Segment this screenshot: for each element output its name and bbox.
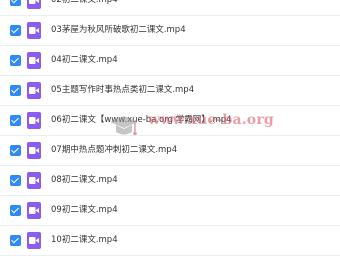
file-name[interactable]: 07期中热点题冲刺初二课文.mp4	[51, 142, 177, 158]
checkbox-checked-icon[interactable]	[10, 145, 21, 156]
file-row[interactable]: 07期中热点题冲刺初二课文.mp4	[0, 136, 340, 166]
video-file-icon	[27, 22, 41, 39]
video-file-icon	[27, 232, 41, 249]
file-name[interactable]: 05主题写作时事热点类初二课文.mp4	[51, 82, 194, 98]
file-name[interactable]: 06初二课文【www.xue-ba.org 学霸网】.mp4	[51, 112, 232, 128]
file-row[interactable]: 05主题写作时事热点类初二课文.mp4	[0, 76, 340, 106]
file-name[interactable]: 09初二课文.mp4	[51, 202, 118, 218]
checkbox-checked-icon[interactable]	[10, 55, 21, 66]
file-name[interactable]: 04初二课文.mp4	[51, 52, 118, 68]
file-list: 02初二课文.mp4 03茅屋为秋风所破歌初二课文.mp4 04初二课文.mp4…	[0, 0, 340, 256]
checkbox-checked-icon[interactable]	[10, 0, 21, 6]
checkbox-checked-icon[interactable]	[10, 205, 21, 216]
checkbox-checked-icon[interactable]	[10, 115, 21, 126]
file-row[interactable]: 03茅屋为秋风所破歌初二课文.mp4	[0, 16, 340, 46]
video-file-icon	[27, 112, 41, 129]
file-row[interactable]: 06初二课文【www.xue-ba.org 学霸网】.mp4	[0, 106, 340, 136]
video-file-icon	[27, 0, 41, 9]
video-file-icon	[27, 82, 41, 99]
checkbox-checked-icon[interactable]	[10, 235, 21, 246]
video-file-icon	[27, 202, 41, 219]
checkbox-checked-icon[interactable]	[10, 25, 21, 36]
video-file-icon	[27, 52, 41, 69]
file-row[interactable]: 04初二课文.mp4	[0, 46, 340, 76]
checkbox-checked-icon[interactable]	[10, 85, 21, 96]
video-file-icon	[27, 172, 41, 189]
file-row[interactable]: 02初二课文.mp4	[0, 0, 340, 16]
file-name[interactable]: 03茅屋为秋风所破歌初二课文.mp4	[51, 22, 186, 38]
file-name[interactable]: 10初二课文.mp4	[51, 232, 118, 248]
file-row[interactable]: 08初二课文.mp4	[0, 166, 340, 196]
file-name[interactable]: 08初二课文.mp4	[51, 172, 118, 188]
video-file-icon	[27, 142, 41, 159]
file-name[interactable]: 02初二课文.mp4	[51, 0, 118, 8]
file-row[interactable]: 09初二课文.mp4	[0, 196, 340, 226]
checkbox-checked-icon[interactable]	[10, 175, 21, 186]
